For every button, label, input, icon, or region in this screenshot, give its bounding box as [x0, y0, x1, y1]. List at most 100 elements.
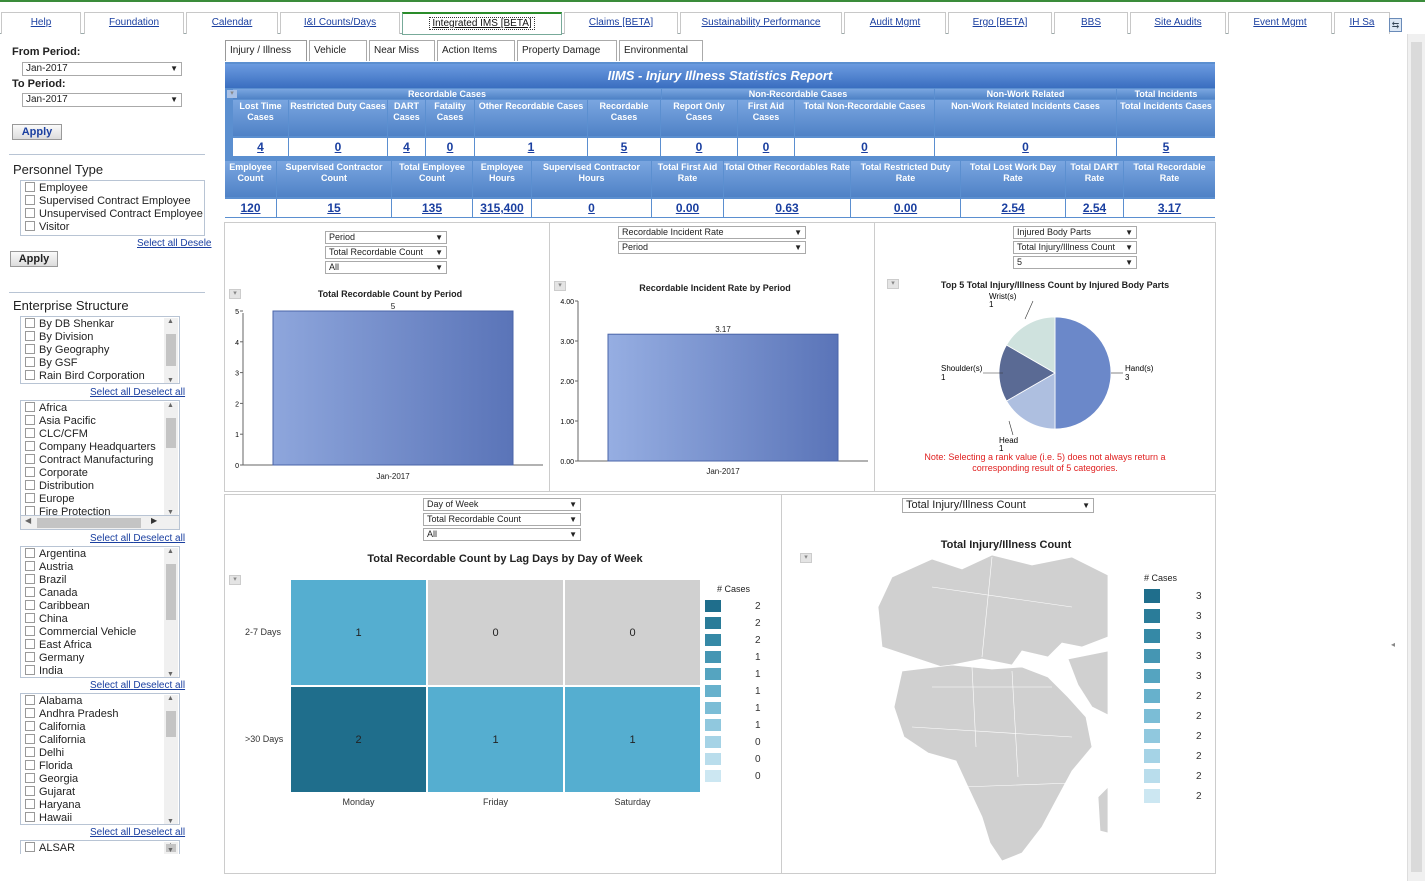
- chevron-up-icon[interactable]: ▲: [167, 318, 174, 325]
- select-all-link[interactable]: Select all: [90, 680, 131, 691]
- select-all-link[interactable]: Select all: [137, 238, 178, 249]
- scrollbar-thumb[interactable]: [166, 711, 176, 737]
- checkbox[interactable]: [25, 561, 35, 571]
- stat-value-link[interactable]: 0.00: [652, 199, 723, 217]
- deselect-all-link[interactable]: Desele: [180, 238, 211, 249]
- stat-value-link[interactable]: 2.54: [961, 199, 1065, 217]
- checkbox-item[interactable]: Commercial Vehicle: [25, 626, 136, 639]
- pie-slice-hand[interactable]: [1054, 316, 1112, 430]
- stat-value-link[interactable]: 15: [277, 199, 391, 217]
- tab-audit-mgmt[interactable]: Audit Mgmt: [844, 12, 946, 34]
- africa-region[interactable]: [893, 664, 1093, 862]
- rank-select[interactable]: 5 ▼: [1013, 256, 1137, 269]
- checkbox[interactable]: [25, 613, 35, 623]
- stat-value-link[interactable]: 315,400: [473, 199, 531, 217]
- checkbox-item[interactable]: California: [25, 734, 85, 747]
- list-scrollbar[interactable]: ▲▼: [164, 842, 178, 854]
- checkbox-item[interactable]: By DB Shenkar: [25, 318, 114, 331]
- stat-value-link[interactable]: 0: [738, 138, 794, 156]
- checkbox[interactable]: [25, 626, 35, 636]
- checkbox[interactable]: [25, 639, 35, 649]
- checkbox[interactable]: [25, 587, 35, 597]
- heatmap-cell[interactable]: 1: [290, 579, 427, 686]
- stat-value-link[interactable]: 0: [289, 138, 387, 156]
- stat-value-link[interactable]: 5: [588, 138, 660, 156]
- subtab-action-items[interactable]: Action Items: [437, 40, 515, 61]
- x-axis-select[interactable]: Day of Week ▼: [423, 498, 581, 511]
- checkbox-item[interactable]: Asia Pacific: [25, 415, 96, 428]
- stat-value-link[interactable]: 0.00: [851, 199, 960, 217]
- subtab-property-damage[interactable]: Property Damage: [517, 40, 617, 61]
- list-scrollbar[interactable]: ▲▼: [164, 548, 178, 677]
- checkbox[interactable]: [25, 695, 35, 705]
- bar-jan-2017[interactable]: [272, 310, 514, 466]
- checkbox[interactable]: [25, 370, 35, 380]
- checkbox-item[interactable]: Contract Manufacturing: [25, 454, 153, 467]
- expand-icon[interactable]: ⇆: [1389, 18, 1402, 32]
- tab-sustainability-performance[interactable]: Sustainability Performance: [680, 12, 842, 34]
- subtab-near-miss[interactable]: Near Miss: [369, 40, 435, 61]
- stat-value-link[interactable]: 3.17: [1124, 199, 1215, 217]
- apply-period-button[interactable]: Apply: [12, 124, 62, 140]
- checkbox[interactable]: [25, 331, 35, 341]
- filter-icon[interactable]: ▾: [229, 289, 241, 299]
- stat-value-link[interactable]: 1: [475, 138, 587, 156]
- x-axis-select[interactable]: Period ▼: [618, 241, 806, 254]
- checkbox-item[interactable]: Germany: [25, 652, 84, 665]
- stat-value-link[interactable]: 4: [388, 138, 425, 156]
- bar-jan-2017[interactable]: [607, 333, 839, 462]
- measure-select[interactable]: Total Injury/Illness Count ▼: [1013, 241, 1137, 254]
- checkbox-item[interactable]: Distribution: [25, 480, 94, 493]
- checkbox[interactable]: [25, 574, 35, 584]
- checkbox[interactable]: [25, 318, 35, 328]
- tab-site-audits[interactable]: Site Audits: [1130, 12, 1226, 34]
- checkbox-item[interactable]: Visitor: [25, 221, 69, 234]
- checkbox-item[interactable]: Supervised Contract Employee: [25, 195, 191, 208]
- checkbox-item[interactable]: Brazil: [25, 574, 67, 587]
- stat-value-link[interactable]: 0: [426, 138, 474, 156]
- checkbox-item[interactable]: China: [25, 613, 68, 626]
- chevron-down-icon[interactable]: ▼: [167, 671, 174, 677]
- checkbox[interactable]: [25, 493, 35, 503]
- checkbox[interactable]: [25, 454, 35, 464]
- scrollbar-thumb[interactable]: [37, 518, 141, 528]
- page-scrollbar-thumb[interactable]: [1411, 42, 1422, 872]
- checkbox-item[interactable]: Corporate: [25, 467, 88, 480]
- stat-value-link[interactable]: 0: [935, 138, 1116, 156]
- chevron-down-icon[interactable]: ▼: [167, 509, 174, 515]
- scrollbar-thumb[interactable]: [166, 334, 176, 366]
- filter-select[interactable]: All ▼: [423, 528, 581, 541]
- checkbox[interactable]: [25, 734, 35, 744]
- checkbox[interactable]: [25, 812, 35, 822]
- checkbox-item[interactable]: Georgia: [25, 773, 78, 786]
- subtab-injury-illness[interactable]: Injury / Illness: [225, 40, 307, 61]
- dimension-select[interactable]: Injured Body Parts ▼: [1013, 226, 1137, 239]
- apply-personnel-button[interactable]: Apply: [10, 251, 58, 267]
- checkbox[interactable]: [25, 208, 35, 218]
- checkbox[interactable]: [25, 760, 35, 770]
- deselect-all-link[interactable]: Deselect all: [133, 533, 185, 544]
- stat-value-link[interactable]: 2.54: [1066, 199, 1123, 217]
- checkbox-item[interactable]: Austria: [25, 561, 73, 574]
- checkbox[interactable]: [25, 600, 35, 610]
- chevron-down-icon[interactable]: ▼: [167, 818, 174, 824]
- checkbox-item[interactable]: Gujarat: [25, 786, 75, 799]
- checkbox-item[interactable]: Rain Bird Corporation: [25, 370, 145, 383]
- heatmap-cell[interactable]: 0: [564, 579, 701, 686]
- heatmap-cell[interactable]: 2: [290, 686, 427, 793]
- measure-select[interactable]: Total Injury/Illness Count ▼: [902, 498, 1094, 513]
- checkbox[interactable]: [25, 467, 35, 477]
- checkbox[interactable]: [25, 182, 35, 192]
- tab-help[interactable]: Help: [1, 12, 81, 34]
- madagascar-region[interactable]: [1097, 786, 1109, 834]
- checkbox[interactable]: [25, 786, 35, 796]
- chevron-up-icon[interactable]: ▲: [167, 402, 174, 409]
- checkbox[interactable]: [25, 708, 35, 718]
- checkbox[interactable]: [25, 842, 35, 852]
- checkbox[interactable]: [25, 548, 35, 558]
- checkbox[interactable]: [25, 665, 35, 675]
- tab-bbs[interactable]: BBS: [1054, 12, 1128, 34]
- checkbox-item[interactable]: Hawaii: [25, 812, 72, 824]
- measure-select[interactable]: Recordable Incident Rate ▼: [618, 226, 806, 239]
- checkbox-item[interactable]: Alabama: [25, 695, 82, 708]
